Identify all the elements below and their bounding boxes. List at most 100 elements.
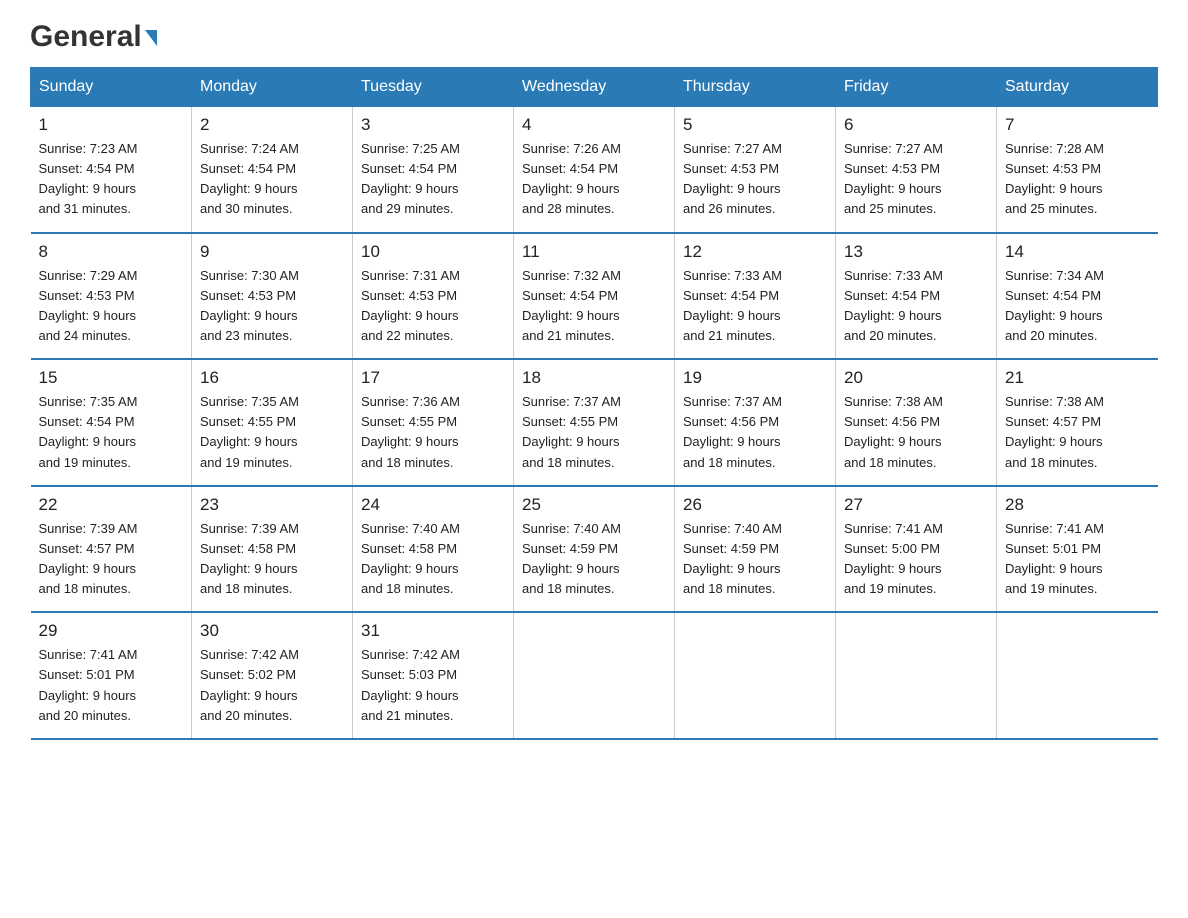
day-info: Sunrise: 7:23 AMSunset: 4:54 PMDaylight:… <box>39 139 184 220</box>
week-row-1: 1Sunrise: 7:23 AMSunset: 4:54 PMDaylight… <box>31 107 1158 233</box>
day-cell <box>514 612 675 739</box>
day-cell: 4 Sunrise: 7:26 AMSunset: 4:54 PMDaylight… <box>514 107 675 233</box>
header-tuesday: Tuesday <box>353 68 514 107</box>
day-number: 26 <box>683 495 827 515</box>
day-cell: 11 Sunrise: 7:32 AMSunset: 4:54 PMDayligh… <box>514 233 675 360</box>
day-cell: 30 Sunrise: 7:42 AMSunset: 5:02 PMDayligh… <box>192 612 353 739</box>
day-number: 30 <box>200 621 344 641</box>
header-sunday: Sunday <box>31 68 192 107</box>
day-number: 3 <box>361 115 505 135</box>
day-cell: 5 Sunrise: 7:27 AMSunset: 4:53 PMDaylight… <box>675 107 836 233</box>
day-number: 5 <box>683 115 827 135</box>
day-cell: 8 Sunrise: 7:29 AMSunset: 4:53 PMDaylight… <box>31 233 192 360</box>
day-cell: 15 Sunrise: 7:35 AMSunset: 4:54 PMDayligh… <box>31 359 192 486</box>
day-info: Sunrise: 7:38 AMSunset: 4:57 PMDaylight:… <box>1005 392 1150 473</box>
day-number: 7 <box>1005 115 1150 135</box>
day-info: Sunrise: 7:41 AMSunset: 5:01 PMDaylight:… <box>39 645 184 726</box>
day-number: 23 <box>200 495 344 515</box>
day-cell: 17 Sunrise: 7:36 AMSunset: 4:55 PMDayligh… <box>353 359 514 486</box>
logo: General <box>30 20 157 49</box>
calendar-table: SundayMondayTuesdayWednesdayThursdayFrid… <box>30 67 1158 740</box>
header-thursday: Thursday <box>675 68 836 107</box>
week-row-5: 29 Sunrise: 7:41 AMSunset: 5:01 PMDayligh… <box>31 612 1158 739</box>
day-number: 15 <box>39 368 184 388</box>
week-row-4: 22 Sunrise: 7:39 AMSunset: 4:57 PMDayligh… <box>31 486 1158 613</box>
day-info: Sunrise: 7:27 AMSunset: 4:53 PMDaylight:… <box>683 139 827 220</box>
day-info: Sunrise: 7:39 AMSunset: 4:58 PMDaylight:… <box>200 519 344 600</box>
day-cell: 23 Sunrise: 7:39 AMSunset: 4:58 PMDayligh… <box>192 486 353 613</box>
day-cell: 2 Sunrise: 7:24 AMSunset: 4:54 PMDaylight… <box>192 107 353 233</box>
day-number: 18 <box>522 368 666 388</box>
day-number: 21 <box>1005 368 1150 388</box>
day-cell: 10 Sunrise: 7:31 AMSunset: 4:53 PMDayligh… <box>353 233 514 360</box>
day-info: Sunrise: 7:25 AMSunset: 4:54 PMDaylight:… <box>361 139 505 220</box>
day-number: 22 <box>39 495 184 515</box>
day-info: Sunrise: 7:35 AMSunset: 4:54 PMDaylight:… <box>39 392 184 473</box>
page-header: General <box>30 20 1158 49</box>
day-number: 29 <box>39 621 184 641</box>
header-saturday: Saturday <box>997 68 1158 107</box>
day-number: 27 <box>844 495 988 515</box>
day-number: 14 <box>1005 242 1150 262</box>
day-info: Sunrise: 7:26 AMSunset: 4:54 PMDaylight:… <box>522 139 666 220</box>
day-number: 20 <box>844 368 988 388</box>
day-cell: 1Sunrise: 7:23 AMSunset: 4:54 PMDaylight… <box>31 107 192 233</box>
day-cell: 21 Sunrise: 7:38 AMSunset: 4:57 PMDayligh… <box>997 359 1158 486</box>
day-info: Sunrise: 7:35 AMSunset: 4:55 PMDaylight:… <box>200 392 344 473</box>
day-cell: 20Sunrise: 7:38 AMSunset: 4:56 PMDayligh… <box>836 359 997 486</box>
day-info: Sunrise: 7:32 AMSunset: 4:54 PMDaylight:… <box>522 266 666 347</box>
day-cell: 12Sunrise: 7:33 AMSunset: 4:54 PMDayligh… <box>675 233 836 360</box>
day-number: 13 <box>844 242 988 262</box>
day-info: Sunrise: 7:42 AMSunset: 5:02 PMDaylight:… <box>200 645 344 726</box>
day-number: 17 <box>361 368 505 388</box>
header-monday: Monday <box>192 68 353 107</box>
day-cell: 31 Sunrise: 7:42 AMSunset: 5:03 PMDayligh… <box>353 612 514 739</box>
day-cell: 6 Sunrise: 7:27 AMSunset: 4:53 PMDaylight… <box>836 107 997 233</box>
day-cell: 28 Sunrise: 7:41 AMSunset: 5:01 PMDayligh… <box>997 486 1158 613</box>
day-cell: 9Sunrise: 7:30 AMSunset: 4:53 PMDaylight… <box>192 233 353 360</box>
day-info: Sunrise: 7:27 AMSunset: 4:53 PMDaylight:… <box>844 139 988 220</box>
day-cell: 7Sunrise: 7:28 AMSunset: 4:53 PMDaylight… <box>997 107 1158 233</box>
week-row-3: 15 Sunrise: 7:35 AMSunset: 4:54 PMDayligh… <box>31 359 1158 486</box>
day-number: 28 <box>1005 495 1150 515</box>
week-row-2: 8 Sunrise: 7:29 AMSunset: 4:53 PMDaylight… <box>31 233 1158 360</box>
day-cell: 13 Sunrise: 7:33 AMSunset: 4:54 PMDayligh… <box>836 233 997 360</box>
day-number: 31 <box>361 621 505 641</box>
day-info: Sunrise: 7:40 AMSunset: 4:59 PMDaylight:… <box>683 519 827 600</box>
day-number: 11 <box>522 242 666 262</box>
day-cell: 27 Sunrise: 7:41 AMSunset: 5:00 PMDayligh… <box>836 486 997 613</box>
day-info: Sunrise: 7:40 AMSunset: 4:59 PMDaylight:… <box>522 519 666 600</box>
header-wednesday: Wednesday <box>514 68 675 107</box>
day-info: Sunrise: 7:31 AMSunset: 4:53 PMDaylight:… <box>361 266 505 347</box>
day-cell: 16Sunrise: 7:35 AMSunset: 4:55 PMDayligh… <box>192 359 353 486</box>
day-number: 9 <box>200 242 344 262</box>
day-number: 4 <box>522 115 666 135</box>
day-info: Sunrise: 7:41 AMSunset: 5:01 PMDaylight:… <box>1005 519 1150 600</box>
calendar-header-row: SundayMondayTuesdayWednesdayThursdayFrid… <box>31 68 1158 107</box>
day-info: Sunrise: 7:40 AMSunset: 4:58 PMDaylight:… <box>361 519 505 600</box>
day-number: 2 <box>200 115 344 135</box>
day-cell <box>836 612 997 739</box>
day-info: Sunrise: 7:29 AMSunset: 4:53 PMDaylight:… <box>39 266 184 347</box>
day-info: Sunrise: 7:34 AMSunset: 4:54 PMDaylight:… <box>1005 266 1150 347</box>
day-cell: 22 Sunrise: 7:39 AMSunset: 4:57 PMDayligh… <box>31 486 192 613</box>
day-number: 25 <box>522 495 666 515</box>
day-number: 12 <box>683 242 827 262</box>
day-info: Sunrise: 7:24 AMSunset: 4:54 PMDaylight:… <box>200 139 344 220</box>
day-number: 6 <box>844 115 988 135</box>
day-cell: 19 Sunrise: 7:37 AMSunset: 4:56 PMDayligh… <box>675 359 836 486</box>
day-number: 8 <box>39 242 184 262</box>
day-info: Sunrise: 7:37 AMSunset: 4:55 PMDaylight:… <box>522 392 666 473</box>
day-info: Sunrise: 7:42 AMSunset: 5:03 PMDaylight:… <box>361 645 505 726</box>
day-cell <box>997 612 1158 739</box>
day-number: 19 <box>683 368 827 388</box>
header-friday: Friday <box>836 68 997 107</box>
day-info: Sunrise: 7:36 AMSunset: 4:55 PMDaylight:… <box>361 392 505 473</box>
day-cell: 14 Sunrise: 7:34 AMSunset: 4:54 PMDayligh… <box>997 233 1158 360</box>
day-info: Sunrise: 7:37 AMSunset: 4:56 PMDaylight:… <box>683 392 827 473</box>
day-number: 10 <box>361 242 505 262</box>
day-cell: 18 Sunrise: 7:37 AMSunset: 4:55 PMDayligh… <box>514 359 675 486</box>
day-info: Sunrise: 7:41 AMSunset: 5:00 PMDaylight:… <box>844 519 988 600</box>
day-info: Sunrise: 7:39 AMSunset: 4:57 PMDaylight:… <box>39 519 184 600</box>
day-info: Sunrise: 7:33 AMSunset: 4:54 PMDaylight:… <box>844 266 988 347</box>
